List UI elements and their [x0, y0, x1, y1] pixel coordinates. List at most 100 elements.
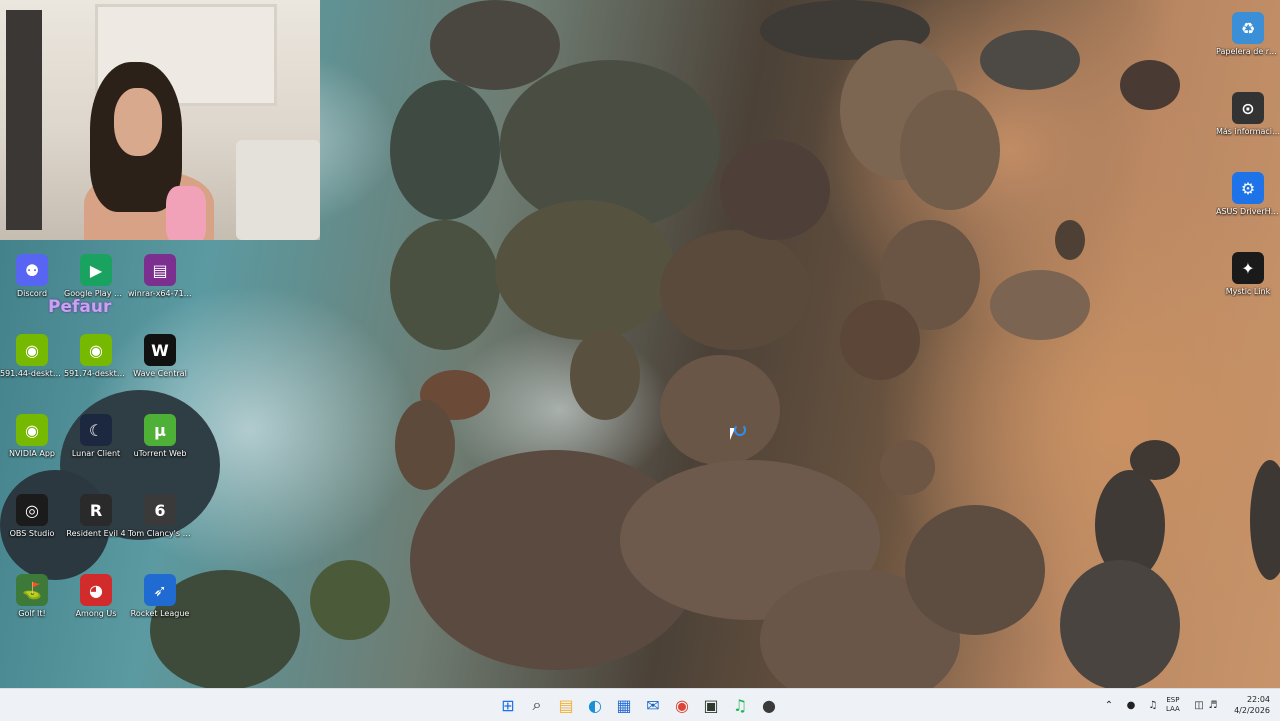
desktop-icon-asus-driverhub[interactable]: ⚙ ASUS DriverHub [1216, 168, 1280, 246]
taskbar-chrome-icon[interactable]: ◉ [672, 695, 692, 715]
desktop-icon-label: Tom Clancy's Rainbow Six... [128, 529, 192, 538]
wallpaper-rock [1120, 60, 1180, 110]
taskbar-outlook-icon[interactable]: ✉ [643, 695, 663, 715]
wallpaper-rock [720, 140, 830, 240]
taskbar-terminal-icon[interactable]: ▣ [701, 695, 721, 715]
language-code: ESP [1166, 696, 1180, 704]
desktop-icon-label: 591.74-desktop... [64, 369, 128, 378]
resident-evil-icon: R [80, 494, 112, 526]
desktop-icon-nvidia-driver-2[interactable]: ◉ 591.74-desktop... [64, 330, 128, 408]
discord-icon: ⚉ [16, 254, 48, 286]
wave-central-icon: W [144, 334, 176, 366]
nvidia-driver-1-icon: ◉ [16, 334, 48, 366]
wallpaper-rock [395, 400, 455, 490]
desktop-icon-nvidia-driver-1[interactable]: ◉ 591.44-desktop... [0, 330, 64, 408]
wallpaper-rock [880, 440, 935, 495]
volume-icon[interactable]: ♬ [1206, 700, 1220, 711]
msi-mystic-light-icon: ✦ [1232, 252, 1264, 284]
wallpaper-rock [980, 30, 1080, 90]
desktop-icon-nvidia-app[interactable]: ◉ NVIDIA App [0, 410, 64, 488]
wallpaper-rock [1060, 560, 1180, 688]
wallpaper-rock [495, 200, 675, 340]
desktop-icon-label: Lunar Client [71, 449, 121, 458]
desktop-icon-recycle-bin[interactable]: ♻ Papelera de reciclaje [1216, 8, 1280, 86]
keyboard-layout-code: LAA [1166, 705, 1180, 713]
asus-driverhub-icon: ⚙ [1232, 172, 1264, 204]
webcam-mirror [6, 10, 42, 230]
desktop-icon-label: Papelera de reciclaje [1216, 47, 1280, 56]
wallpaper-rock [660, 355, 780, 465]
clock-time: 22:04 [1246, 695, 1270, 704]
tray-app-icon[interactable]: ● [1120, 700, 1142, 711]
desktop-icon-label: 591.44-desktop... [0, 369, 64, 378]
taskbar-store-icon[interactable]: ▦ [614, 695, 634, 715]
taskbar-edge-icon[interactable]: ◐ [585, 695, 605, 715]
google-play-games-icon: ▶ [80, 254, 112, 286]
microphone-icon[interactable]: ♫ [1142, 700, 1164, 711]
taskbar-davinci-icon[interactable]: ● [759, 695, 779, 715]
webcam-overlay [0, 0, 320, 240]
desktop-icon-msi-mystic-light[interactable]: ✦ Mystic Link [1216, 248, 1280, 326]
obs-studio-icon: ◎ [16, 494, 48, 526]
wallpaper-rock [390, 80, 500, 220]
wallpaper-rock [990, 270, 1090, 340]
desktop-icon-label: Resident Evil 4 [66, 529, 126, 538]
overlay-text: Pefaur [48, 297, 112, 317]
winrar-icon: ▤ [144, 254, 176, 286]
taskbar-start-icon[interactable]: ⊞ [498, 695, 518, 715]
golf-it-icon: ⛳ [16, 574, 48, 606]
desktop-icon-label: Mystic Link [1225, 287, 1271, 296]
taskbar-file-explorer-icon[interactable]: ▤ [556, 695, 576, 715]
taskbar: ⊞ ⌕ ▤ ◐ ▦ ✉ ◉ ▣ ♫ ● ⌃ ● ♫ ESP LAA ◫ ♬ 22:04 4/2/2… [0, 688, 1280, 721]
webcam-person-face [114, 88, 162, 156]
clock[interactable]: 22:04 4/2/2026 [1228, 694, 1270, 716]
desktop-icon-label: Rocket League [130, 609, 190, 618]
taskbar-search-icon[interactable]: ⌕ [527, 695, 547, 715]
nvidia-app-icon: ◉ [16, 414, 48, 446]
recycle-bin-icon: ♻ [1232, 12, 1264, 44]
wallpaper-rock [1130, 440, 1180, 480]
desktop-icon-utorrent-web[interactable]: µ uTorrent Web [128, 410, 192, 488]
wallpaper-rock [900, 90, 1000, 210]
desktop-icon-lunar-client[interactable]: ☾ Lunar Client [64, 410, 128, 488]
wallpaper-rock [840, 300, 920, 380]
more-info-icon: ⊙ [1232, 92, 1264, 124]
system-tray-status: ◫ ♬ [1192, 689, 1220, 721]
system-tray: ⌃ ● ♫ [1098, 689, 1164, 721]
wallpaper-rock [430, 0, 560, 90]
wallpaper-rock [660, 230, 810, 350]
nvidia-driver-2-icon: ◉ [80, 334, 112, 366]
desktop-icon-rocket-league[interactable]: ➶ Rocket League [128, 570, 192, 648]
desktop-icon-label: Golf It! [18, 609, 46, 618]
desktop-icon-rainbow-six[interactable]: 6 Tom Clancy's Rainbow Six... [128, 490, 192, 568]
webcam-person-top [166, 186, 206, 240]
desktop-icon-label: Más información sobre esta ima... [1216, 127, 1280, 136]
desktop-icon-resident-evil[interactable]: R Resident Evil 4 [64, 490, 128, 568]
desktop-wallpaper: ⚉Discord▶Google Play Games▤winrar-x64-71… [0, 0, 1280, 688]
desktop-icon-more-info[interactable]: ⊙ Más información sobre esta ima... [1216, 88, 1280, 166]
desktop-icon-label: Wave Central [133, 369, 187, 378]
rocket-league-icon: ➶ [144, 574, 176, 606]
wallpaper-rock [1250, 460, 1280, 580]
among-us-icon: ◕ [80, 574, 112, 606]
taskbar-spotify-icon[interactable]: ♫ [730, 695, 750, 715]
desktop-icon-label: winrar-x64-712es [128, 289, 192, 298]
rainbow-six-icon: 6 [144, 494, 176, 526]
busy-indicator [734, 424, 746, 436]
clock-date: 4/2/2026 [1234, 706, 1270, 715]
desktop-icon-among-us[interactable]: ◕ Among Us [64, 570, 128, 648]
lunar-client-icon: ☾ [80, 414, 112, 446]
webcam-bed [236, 140, 320, 240]
wallpaper-rock [1055, 220, 1085, 260]
wallpaper-rock [390, 220, 500, 350]
input-language-indicator[interactable]: ESP LAA [1166, 696, 1180, 714]
wallpaper-rock [310, 560, 390, 640]
desktop-icon-golf-it[interactable]: ⛳ Golf It! [0, 570, 64, 648]
desktop-icon-winrar[interactable]: ▤ winrar-x64-712es [128, 250, 192, 328]
wallpaper-rock [570, 330, 640, 420]
tray-overflow-chevron-icon[interactable]: ⌃ [1098, 700, 1120, 711]
network-icon[interactable]: ◫ [1192, 700, 1206, 711]
desktop-icon-label: NVIDIA App [9, 449, 55, 458]
desktop-icon-wave-central[interactable]: W Wave Central [128, 330, 192, 408]
desktop-icon-obs-studio[interactable]: ◎ OBS Studio [0, 490, 64, 568]
